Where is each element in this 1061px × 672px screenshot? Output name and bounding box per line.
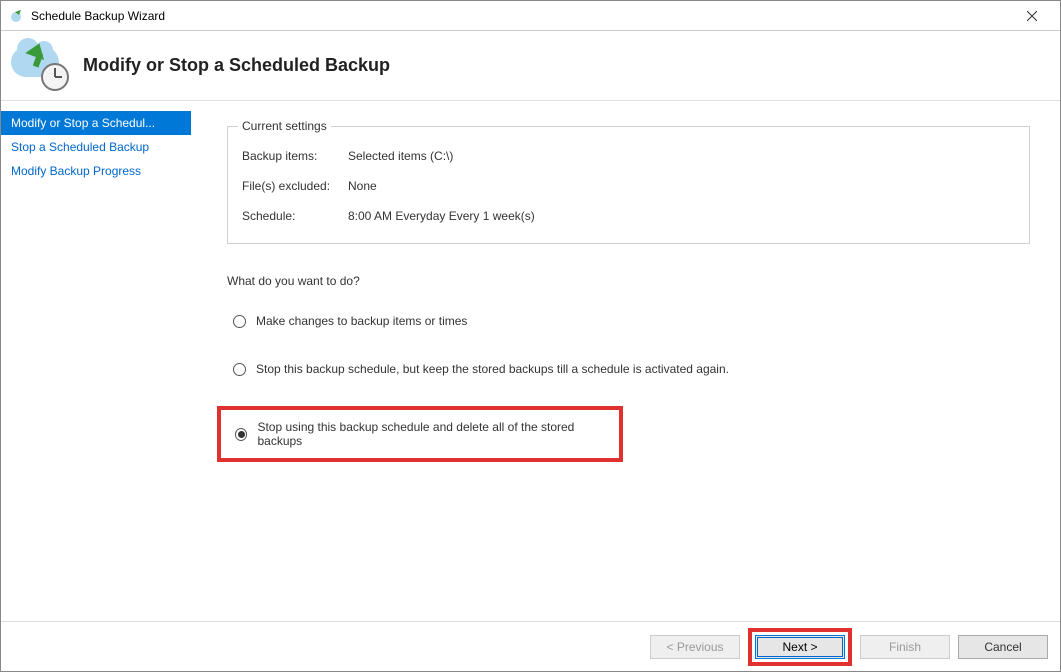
window-title: Schedule Backup Wizard: [31, 9, 1012, 23]
setting-value: 8:00 AM Everyday Every 1 week(s): [348, 209, 535, 223]
setting-value: None: [348, 179, 377, 193]
setting-value: Selected items (C:\): [348, 149, 453, 163]
radio-group-action: Make changes to backup items or times St…: [227, 310, 1030, 462]
setting-row-backup-items: Backup items: Selected items (C:\): [242, 149, 1015, 163]
radio-icon: [233, 363, 246, 376]
titlebar: Schedule Backup Wizard: [1, 1, 1060, 31]
setting-label: Schedule:: [242, 209, 348, 223]
wizard-steps-sidebar: Modify or Stop a Schedul... Stop a Sched…: [1, 101, 191, 621]
sidebar-item-stop-scheduled[interactable]: Stop a Scheduled Backup: [1, 135, 191, 159]
cancel-button[interactable]: Cancel: [958, 635, 1048, 659]
finish-button: Finish: [860, 635, 950, 659]
radio-icon: [233, 315, 246, 328]
settings-legend: Current settings: [238, 119, 331, 133]
footer-buttons: < Previous Next > Finish Cancel: [1, 621, 1060, 671]
radio-option-stop-keep[interactable]: Stop this backup schedule, but keep the …: [227, 358, 1030, 380]
header-banner: Modify or Stop a Scheduled Backup: [1, 31, 1060, 101]
backup-wizard-icon: [9, 41, 69, 91]
setting-row-schedule: Schedule: 8:00 AM Everyday Every 1 week(…: [242, 209, 1015, 223]
question-text: What do you want to do?: [227, 274, 1030, 288]
radio-label: Stop this backup schedule, but keep the …: [256, 362, 729, 376]
page-title: Modify or Stop a Scheduled Backup: [83, 55, 390, 76]
radio-label: Make changes to backup items or times: [256, 314, 467, 328]
main-panel: Current settings Backup items: Selected …: [191, 101, 1060, 621]
close-button[interactable]: [1012, 2, 1052, 30]
sidebar-item-modify-stop[interactable]: Modify or Stop a Schedul...: [1, 111, 191, 135]
radio-label: Stop using this backup schedule and dele…: [257, 420, 605, 448]
sidebar-item-modify-progress[interactable]: Modify Backup Progress: [1, 159, 191, 183]
next-button[interactable]: Next >: [755, 635, 845, 659]
setting-row-files-excluded: File(s) excluded: None: [242, 179, 1015, 193]
previous-button: < Previous: [650, 635, 740, 659]
setting-label: Backup items:: [242, 149, 348, 163]
body: Modify or Stop a Schedul... Stop a Sched…: [1, 101, 1060, 621]
radio-icon: [235, 428, 247, 441]
current-settings-group: Current settings Backup items: Selected …: [227, 119, 1030, 244]
radio-option-stop-delete[interactable]: Stop using this backup schedule and dele…: [217, 406, 623, 462]
app-icon: [9, 8, 25, 24]
next-button-highlight: Next >: [748, 628, 852, 666]
setting-label: File(s) excluded:: [242, 179, 348, 193]
radio-option-make-changes[interactable]: Make changes to backup items or times: [227, 310, 1030, 332]
